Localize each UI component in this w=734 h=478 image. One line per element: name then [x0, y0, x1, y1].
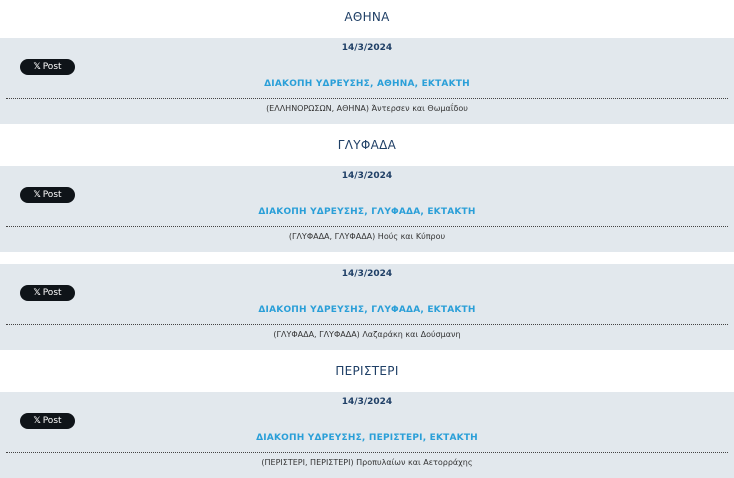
outage-notice: 14/3/2024 𝕏 Post ΔΙΑΚΟΠΗ ΥΔΡΕΥΣΗΣ, ΑΘΗΝΑ,… — [0, 38, 734, 124]
city-header-glyfada: ΓΛΥΦΑΔΑ — [337, 138, 397, 152]
outage-notice: 14/3/2024 𝕏 Post ΔΙΑΚΟΠΗ ΥΔΡΕΥΣΗΣ, ΓΛΥΦΑΔ… — [0, 264, 734, 350]
notice-title[interactable]: ΔΙΑΚΟΠΗ ΥΔΡΕΥΣΗΣ, ΓΛΥΦΑΔΑ, ΕΚΤΑΚΤΗ — [0, 305, 734, 315]
x-logo-icon: 𝕏 — [33, 62, 41, 72]
x-post-button[interactable]: 𝕏 Post — [20, 413, 75, 429]
x-logo-icon: 𝕏 — [33, 190, 41, 200]
dotted-divider — [6, 324, 728, 325]
x-post-label: Post — [42, 288, 62, 298]
outage-notice: 14/3/2024 𝕏 Post ΔΙΑΚΟΠΗ ΥΔΡΕΥΣΗΣ, ΠΕΡΙΣΤ… — [0, 392, 734, 478]
x-logo-icon: 𝕏 — [33, 288, 41, 298]
x-post-label: Post — [42, 190, 62, 200]
city-header-athina: ΑΘΗΝΑ — [344, 10, 390, 24]
dotted-divider — [6, 226, 728, 227]
x-post-button[interactable]: 𝕏 Post — [20, 59, 75, 75]
notice-address: (ΕΛΛΗΝΟΡΩΣΩΝ, ΑΘΗΝΑ) Άντερσεν και Θωμαΐδ… — [266, 104, 468, 113]
x-post-label: Post — [42, 62, 62, 72]
notice-address: (ΠΕΡΙΣΤΕΡΙ, ΠΕΡΙΣΤΕΡΙ) Προπυλαίων και Αε… — [261, 458, 473, 467]
x-logo-icon: 𝕏 — [33, 416, 41, 426]
x-post-label: Post — [42, 416, 62, 426]
notice-date: 14/3/2024 — [341, 397, 393, 407]
x-post-button[interactable]: 𝕏 Post — [20, 285, 75, 301]
dotted-divider — [6, 98, 728, 99]
x-post-button[interactable]: 𝕏 Post — [20, 187, 75, 203]
outage-notice: 14/3/2024 𝕏 Post ΔΙΑΚΟΠΗ ΥΔΡΕΥΣΗΣ, ΓΛΥΦΑΔ… — [0, 166, 734, 252]
notice-title[interactable]: ΔΙΑΚΟΠΗ ΥΔΡΕΥΣΗΣ, ΑΘΗΝΑ, ΕΚΤΑΚΤΗ — [0, 79, 734, 89]
notice-title[interactable]: ΔΙΑΚΟΠΗ ΥΔΡΕΥΣΗΣ, ΠΕΡΙΣΤΕΡΙ, ΕΚΤΑΚΤΗ — [0, 433, 734, 443]
notice-title[interactable]: ΔΙΑΚΟΠΗ ΥΔΡΕΥΣΗΣ, ΓΛΥΦΑΔΑ, ΕΚΤΑΚΤΗ — [0, 207, 734, 217]
notice-date: 14/3/2024 — [341, 171, 393, 181]
notice-date: 14/3/2024 — [341, 43, 393, 53]
notice-address: (ΓΛΥΦΑΔΑ, ΓΛΥΦΑΔΑ) Λαζαράκη και Δούσμανη — [273, 330, 461, 339]
dotted-divider — [6, 452, 728, 453]
notice-date: 14/3/2024 — [341, 269, 393, 279]
notice-address: (ΓΛΥΦΑΔΑ, ΓΛΥΦΑΔΑ) Ηούς και Κύπρου — [288, 232, 446, 241]
city-header-peristeri: ΠΕΡΙΣΤΕΡΙ — [335, 364, 399, 378]
